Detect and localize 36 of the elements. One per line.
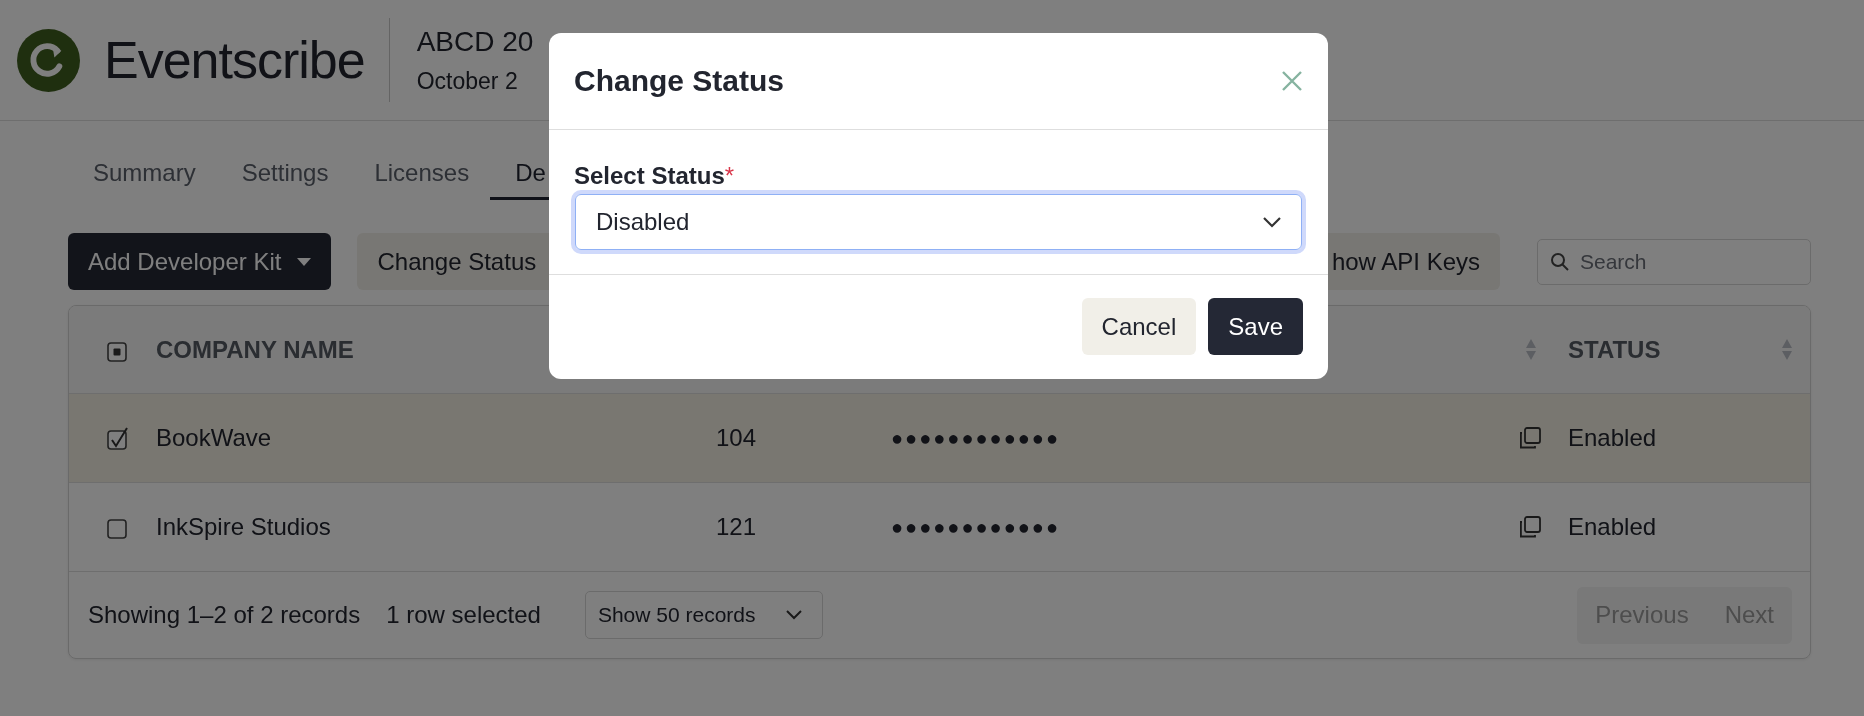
tab[interactable]: Settings [216,159,350,200]
table-row[interactable]: InkSpire Studios 121 ●●●●●●●●●●●● Enabled [69,483,1810,572]
masked-key: ●●●●●●●●●●●● [891,426,1060,450]
masked-key: ●●●●●●●●●●●● [891,515,1060,539]
event-date: October 2 [416,67,519,95]
button[interactable]: Cancel [1081,298,1197,355]
copy-icon[interactable] [1518,426,1542,450]
record-count: Showing 1–2 of 2 records [88,601,361,629]
tab[interactable]: Licenses [349,159,491,200]
close-icon[interactable] [1281,70,1303,92]
brand-name: Eventscribe [104,30,365,90]
dialog-title: Change Status [574,64,785,98]
table-cell: 121 [716,513,757,540]
event-title: ABCD 20 [416,25,534,58]
search-icon [1550,251,1570,272]
company-name: BookWave [156,424,272,451]
checkbox[interactable] [106,426,129,450]
table-cell: 104 [716,424,757,451]
chevron-icon [1263,216,1281,228]
column-header: STATUS [1568,335,1661,364]
table-row[interactable]: BookWave 104 ●●●●●●●●●●●● Enabled [69,394,1810,483]
status-text: Enabled [1568,424,1657,451]
page-size-select[interactable]: Show 50 records [584,591,823,639]
logo-icon [17,28,80,92]
caret-icon [297,257,312,266]
company-name: InkSpire Studios [156,513,331,540]
column-header: COMPANY NAME [156,335,354,364]
search-field[interactable]: Search [1537,238,1811,285]
selection-count: 1 row selected [386,601,541,629]
tab[interactable]: Summary [68,159,217,200]
button[interactable]: Save [1208,298,1303,355]
field-label: Select Status* [574,162,736,190]
dropdown-button[interactable]: Add Developer Kit [68,233,332,290]
status-text: Enabled [1568,513,1657,540]
chevron-icon [785,610,802,620]
copy-icon[interactable] [1518,515,1542,539]
